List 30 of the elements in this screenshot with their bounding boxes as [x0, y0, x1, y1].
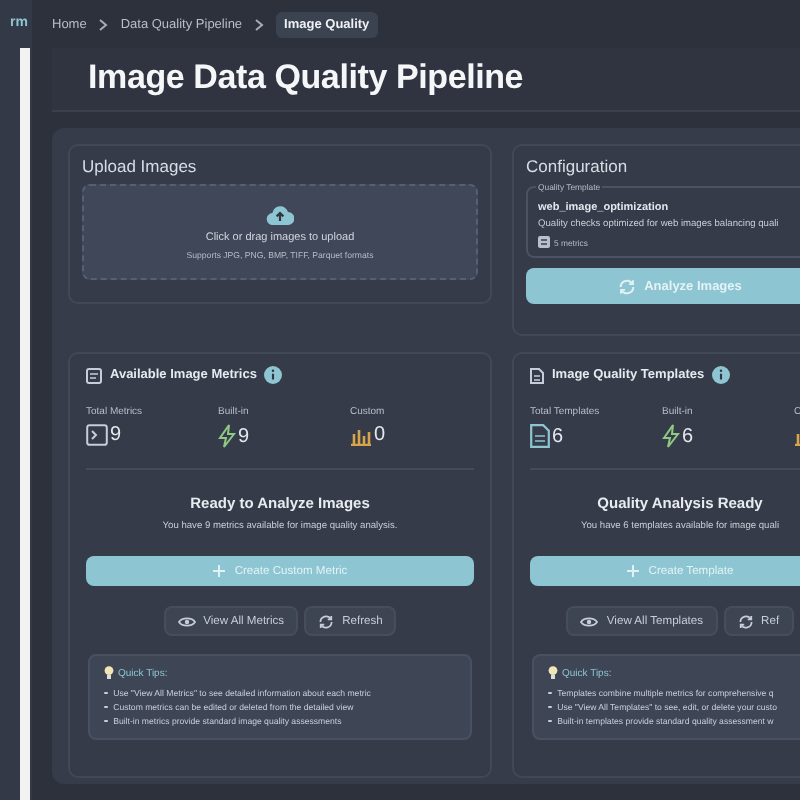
- bolt-icon: [218, 424, 236, 448]
- stat-value: 0: [374, 424, 386, 446]
- info-icon[interactable]: [712, 366, 731, 384]
- bar-chart-icon: [350, 424, 372, 446]
- card-title: Upload Images: [82, 156, 199, 176]
- document-icon: [530, 424, 550, 448]
- page-title: Image Data Quality Pipeline: [52, 48, 800, 112]
- chevron-icon: [254, 17, 265, 31]
- bolt-icon: [662, 424, 680, 448]
- cloud-upload-icon: [266, 204, 294, 226]
- plus-icon: [212, 564, 227, 578]
- chevron-icon: [98, 17, 109, 31]
- refresh-icon: [737, 613, 754, 629]
- refresh-icon: [618, 277, 637, 295]
- stat-value: 6: [552, 425, 564, 447]
- list-icon: [538, 236, 550, 248]
- info-icon[interactable]: [264, 366, 283, 384]
- terminal-icon: [86, 424, 108, 446]
- lightbulb-icon: [548, 666, 558, 680]
- eye-icon: [580, 615, 599, 627]
- stat-value: 9: [238, 425, 250, 447]
- eye-icon: [177, 615, 196, 627]
- document-icon: [530, 367, 544, 383]
- stat-value: 6: [682, 425, 694, 447]
- plus-icon: [626, 564, 641, 578]
- list-icon: [86, 367, 102, 383]
- stat-value: 9: [110, 424, 122, 446]
- lightbulb-icon: [104, 666, 114, 680]
- card-title: Configuration: [526, 156, 630, 176]
- refresh-icon: [318, 613, 335, 629]
